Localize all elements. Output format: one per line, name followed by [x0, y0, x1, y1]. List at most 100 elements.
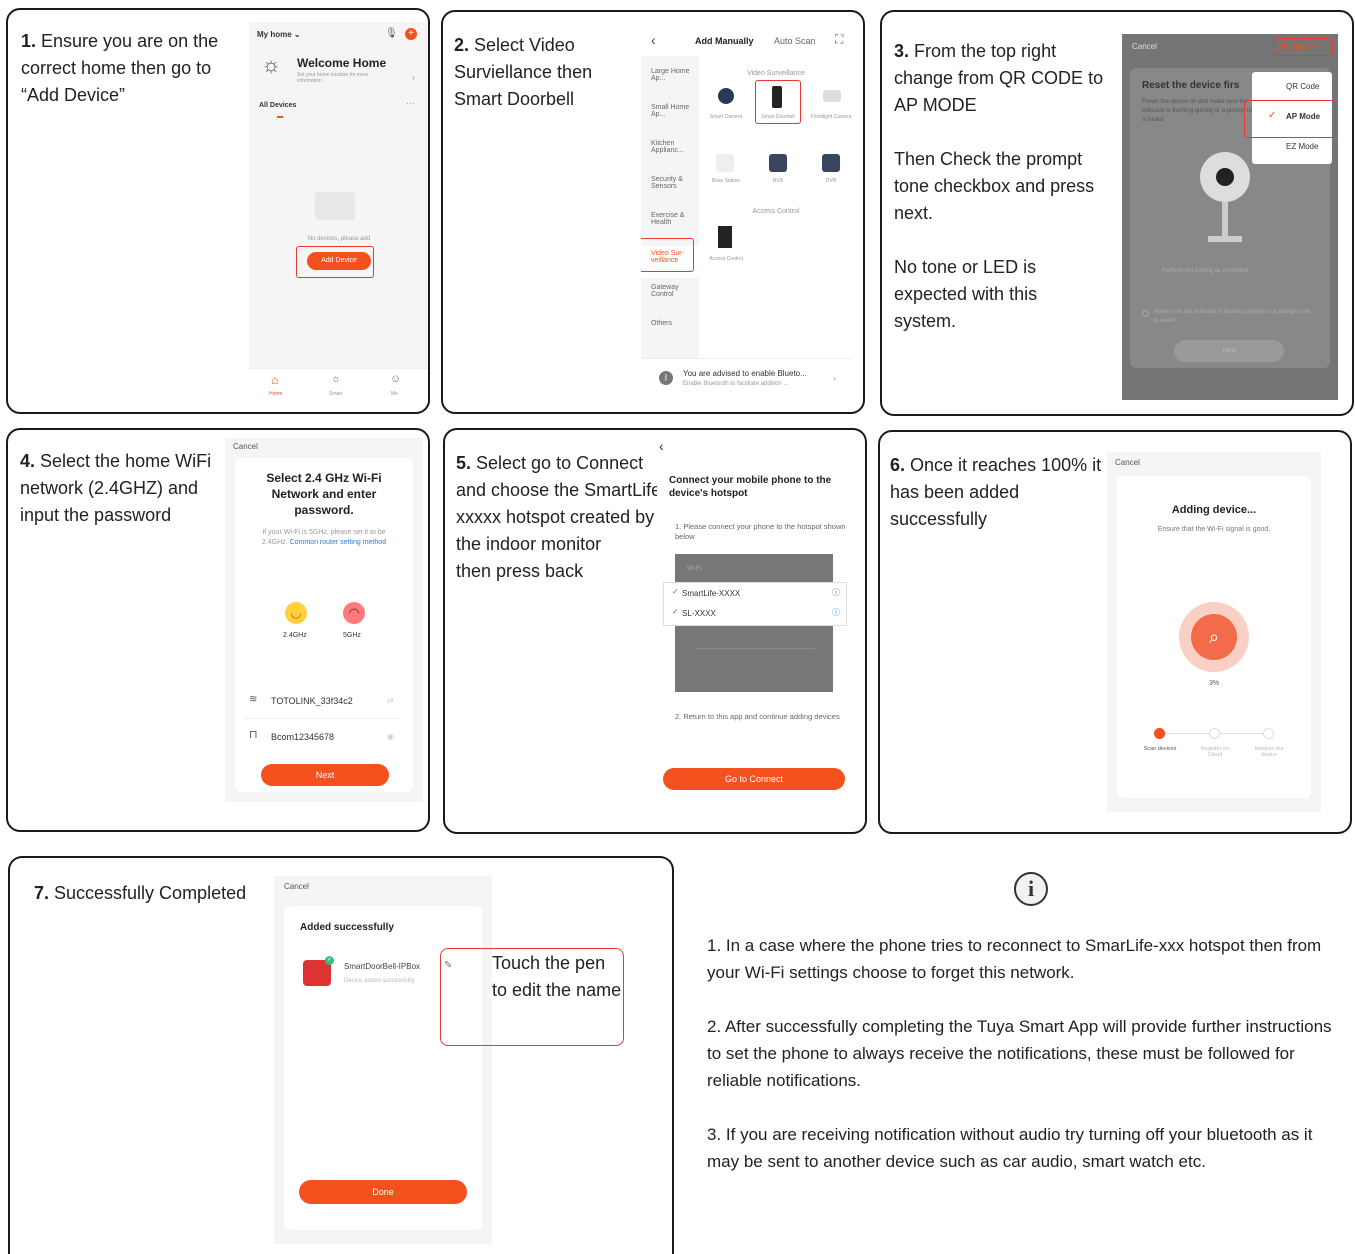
next-button[interactable]: Next: [261, 764, 389, 786]
hotspot-title: Connect your mobile phone to the device'…: [669, 475, 832, 499]
lock-icon: ⊓: [249, 729, 258, 741]
prompt-tone-label: Make sure the indicator is flashing quic…: [1154, 309, 1311, 324]
step-3-screenshot: Cancel AP Mode ⇋ Reset the device firs P…: [1122, 34, 1338, 400]
tab-add-manually[interactable]: Add Manually: [695, 36, 754, 46]
step-1-instruction: 1. Ensure you are on the correct home th…: [21, 31, 219, 105]
step-6-instruction: 6. Once it reaches 100% it has been adde…: [890, 455, 1102, 529]
no-devices-text: No devices, please add: [307, 236, 371, 242]
device-label: NVR: [772, 178, 784, 184]
hotspot-step-1: 1. Please connect your phone to the hots…: [675, 522, 846, 541]
welcome-title: Welcome Home: [297, 56, 387, 70]
hotspot-sl[interactable]: SL-XXXX: [682, 609, 716, 618]
switch-network-icon[interactable]: ⇄: [387, 696, 394, 705]
adding-subtitle: Ensure that the Wi-Fi signal is good.: [1157, 526, 1271, 533]
wifi-header: Wi-Fi: [687, 566, 701, 572]
step-3-instruction-3: No tone or LED is expected with this sys…: [894, 257, 1038, 331]
menu-item-ez-mode[interactable]: EZ Mode: [1286, 142, 1318, 151]
device-label: DVR: [825, 178, 837, 184]
back-icon[interactable]: ‹: [651, 32, 656, 48]
category-item[interactable]: Others: [651, 320, 693, 327]
tip-3: 3. If you are receiving notification wit…: [707, 1125, 1313, 1171]
add-icon[interactable]: +: [405, 28, 417, 40]
step-dot-register: [1209, 728, 1220, 739]
smart-tab-label[interactable]: Smart: [329, 391, 342, 397]
more-icon[interactable]: ···: [406, 98, 415, 108]
home-tab-icon[interactable]: ⌂: [271, 373, 278, 387]
step-3-instruction-1: 3. From the top right change from QR COD…: [894, 41, 1104, 115]
info-icon: i: [1014, 872, 1048, 906]
cancel-link[interactable]: Cancel: [1115, 458, 1140, 467]
step-5-instruction: 5. Select go to Connect and choose the S…: [456, 453, 668, 581]
hotspot-smartlife[interactable]: SmartLife-XXXX: [682, 589, 740, 598]
done-button[interactable]: Done: [299, 1180, 467, 1204]
smart-tab-icon[interactable]: ☼: [331, 373, 341, 385]
tab-auto-scan[interactable]: Auto Scan: [774, 36, 816, 46]
video-surveillance-highlight: [641, 238, 694, 272]
category-item[interactable]: Gateway Control: [651, 284, 693, 298]
added-title: Added successfully: [300, 922, 394, 933]
me-tab-icon[interactable]: ☺: [390, 373, 401, 385]
reset-title: Reset the device firs: [1142, 80, 1240, 91]
eye-icon[interactable]: ◉: [387, 732, 394, 741]
nvr-icon[interactable]: [769, 154, 787, 172]
menu-item-qr-code[interactable]: QR Code: [1286, 82, 1319, 91]
cancel-link[interactable]: Cancel: [1132, 42, 1157, 51]
band-5ghz-label: 5GHz: [343, 632, 361, 639]
me-tab-label[interactable]: Me: [391, 391, 398, 397]
ap-mode-menu-highlight: [1244, 100, 1336, 138]
access-control-icon[interactable]: [718, 226, 732, 248]
category-item[interactable]: Security & Sensors: [651, 176, 693, 190]
search-icon: ⌕: [1191, 614, 1237, 660]
password-field[interactable]: Bcom12345678: [271, 732, 334, 742]
tip-1: 1. In a case where the phone tries to re…: [707, 936, 1322, 982]
category-item[interactable]: Small Home Ap...: [651, 104, 693, 118]
next-button[interactable]: Next: [1174, 340, 1284, 362]
prompt-tone-checkbox[interactable]: [1142, 310, 1149, 317]
device-label: Base Station: [711, 178, 741, 184]
device-label: Smart Camera: [709, 114, 743, 120]
ssid-field[interactable]: TOTOLINK_33f34c2: [271, 696, 353, 706]
category-sidebar: Large Home Ap... Small Home Ap... Kitche…: [641, 56, 699, 366]
mic-icon[interactable]: 🎙: [385, 28, 398, 39]
base-station-icon[interactable]: [716, 154, 734, 172]
home-tab-label[interactable]: Home: [269, 391, 282, 397]
home-selector[interactable]: My home ⌄: [257, 30, 301, 39]
back-icon[interactable]: ‹: [659, 438, 664, 454]
category-item[interactable]: Large Home Ap...: [651, 68, 693, 82]
step-7-panel: 7. Successfully Completed Cancel Added s…: [8, 856, 674, 1254]
info-circle-icon[interactable]: ⓘ: [832, 607, 840, 618]
hotspot-list: ✓ SmartLife-XXXX ⓘ ✓ SL-XXXX ⓘ: [663, 582, 847, 626]
all-devices-label[interactable]: All Devices: [259, 102, 296, 109]
step-7-instruction: 7. Successfully Completed: [34, 883, 247, 903]
wifi-title: Select 2.4 GHz Wi-Fi Network and enter p…: [266, 471, 382, 517]
step-5-screenshot: ‹ Connect your mobile phone to the devic…: [657, 438, 857, 816]
cancel-link[interactable]: Cancel: [284, 882, 309, 891]
bluetooth-subtitle: Enable Bluetooth to facilitate addition …: [683, 381, 789, 387]
device-name: SmartDoorBell-IPBox: [344, 962, 421, 971]
step-label-scan: Scan devices: [1143, 746, 1177, 752]
tab-underline: [277, 116, 283, 118]
dvr-icon[interactable]: [822, 154, 840, 172]
success-check-icon: ✓: [325, 956, 334, 965]
scan-icon[interactable]: ⛶: [835, 32, 843, 47]
cancel-link[interactable]: Cancel: [233, 442, 258, 451]
smart-camera-icon[interactable]: [718, 88, 734, 104]
pairing-prompt[interactable]: Perform net pairing as prompted ›: [1162, 268, 1252, 274]
bluetooth-banner[interactable]: ᛒ You are advised to enable Blueto... En…: [641, 358, 853, 402]
tip-2: 2. After successfully completing the Tuy…: [707, 1017, 1332, 1090]
sad-icon: ◠: [343, 602, 365, 624]
go-to-connect-button[interactable]: Go to Connect: [663, 768, 845, 790]
router-setting-link[interactable]: Common router setting method: [290, 539, 387, 546]
step-3-instruction-2: Then Check the prompt tone checkbox and …: [894, 149, 1095, 223]
wifi-note: If your Wi-Fi is 5GHz, please set it to …: [261, 529, 387, 546]
chevron-right-icon[interactable]: ›: [412, 72, 415, 82]
smart-doorbell-highlight: [755, 80, 801, 124]
category-item[interactable]: Kitchen Applianc...: [651, 140, 693, 154]
category-item[interactable]: Exercise & Health: [651, 212, 693, 226]
section-video-surveillance: Video Surveillance: [747, 70, 805, 77]
floodlight-camera-icon[interactable]: [823, 90, 841, 102]
info-circle-icon[interactable]: ⓘ: [832, 587, 840, 598]
smile-icon: ◡: [285, 602, 307, 624]
chevron-right-icon[interactable]: ›: [833, 373, 836, 383]
step-dot-initialize: [1263, 728, 1274, 739]
